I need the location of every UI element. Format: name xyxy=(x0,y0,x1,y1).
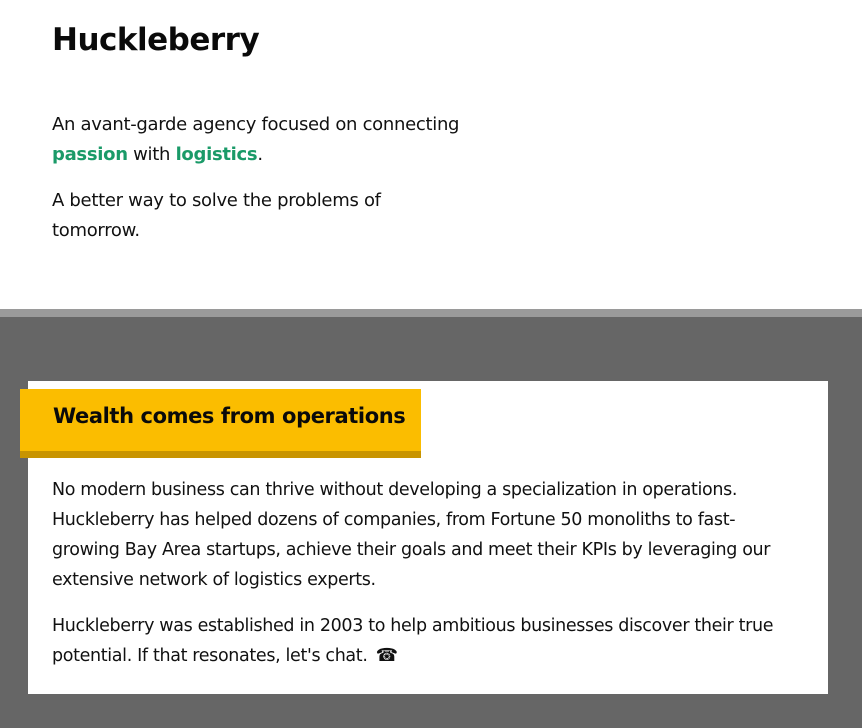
hero-subtagline: A better way to solve the problems of to… xyxy=(52,190,381,241)
site-title: Huckleberry xyxy=(52,22,260,58)
hero-section: Huckleberry An avant-garde agency focuse… xyxy=(0,0,862,309)
card-body: No modern business can thrive without de… xyxy=(52,475,802,687)
operations-section: Wealth comes from operations No modern b… xyxy=(0,317,862,728)
section-divider xyxy=(0,309,862,317)
hero-tagline-mid: with xyxy=(127,144,176,165)
accent-passion: passion xyxy=(52,144,128,165)
card-paragraph-2-text: Huckleberry was established in 2003 to h… xyxy=(52,616,774,666)
accent-logistics: logistics xyxy=(175,144,258,165)
hero-text: An avant-garde agency focused on connect… xyxy=(52,110,462,262)
card-heading-band: Wealth comes from operations xyxy=(20,389,421,458)
card-paragraph-1: No modern business can thrive without de… xyxy=(52,480,771,590)
hero-tagline: An avant-garde agency focused on connect… xyxy=(52,110,462,170)
operations-card: Wealth comes from operations No modern b… xyxy=(20,381,828,694)
hero-tagline-suffix: . xyxy=(257,144,263,165)
card-paragraph-2: Huckleberry was established in 2003 to h… xyxy=(52,611,802,671)
telephone-icon[interactable]: ☎ xyxy=(376,641,398,671)
hero-tagline-prefix: An avant-garde agency focused on connect… xyxy=(52,114,460,135)
card-heading: Wealth comes from operations xyxy=(53,404,406,428)
